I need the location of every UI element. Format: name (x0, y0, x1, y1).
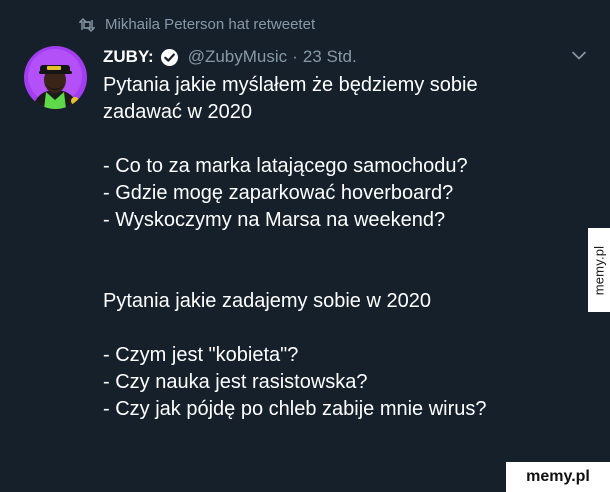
tweet-line: - Czy jak pójdę po chleb zabije mnie wir… (103, 398, 487, 420)
tweet-line: - Co to za marka latającego samochodu? (103, 155, 468, 177)
header-separator: · (292, 47, 298, 66)
tweet-text: Pytania jakie myślałem że będziemy sobie… (103, 72, 573, 423)
tweet-header: ZUBY: @ZubyMusic · 23 Std. (103, 47, 357, 67)
side-watermark: memy.pl (588, 228, 610, 312)
tweet-line: - Czy nauka jest rasistowska? (103, 371, 368, 393)
tweet-line: Pytania jakie myślałem że będziemy sobie (103, 74, 478, 96)
retweet-icon (79, 17, 95, 32)
avatar-icon (24, 46, 87, 109)
tweet-line: - Czym jest "kobieta"? (103, 344, 299, 366)
retweet-label[interactable]: Mikhaila Peterson hat retweetet (105, 16, 315, 33)
chevron-down-icon[interactable] (572, 51, 586, 60)
retweet-context: Mikhaila Peterson hat retweetet (79, 16, 315, 33)
tweet-line: zadawać w 2020 (103, 101, 252, 123)
author-name[interactable]: ZUBY: (103, 47, 154, 67)
tweet-line: - Gdzie mogę zaparkować hoverboard? (103, 182, 454, 204)
tweet-line: - Wyskoczymy na Marsa na weekend? (103, 209, 446, 231)
author-handle[interactable]: @ZubyMusic (188, 47, 287, 67)
avatar[interactable] (24, 46, 87, 109)
corner-watermark: memy.pl (506, 462, 610, 492)
tweet-line: Pytania jakie zadajemy sobie w 2020 (103, 290, 431, 312)
side-watermark-text: memy.pl (591, 245, 607, 295)
tweet-timestamp[interactable]: 23 Std. (303, 47, 357, 67)
corner-watermark-text: memy.pl (526, 468, 590, 485)
verified-badge-icon (160, 48, 179, 67)
